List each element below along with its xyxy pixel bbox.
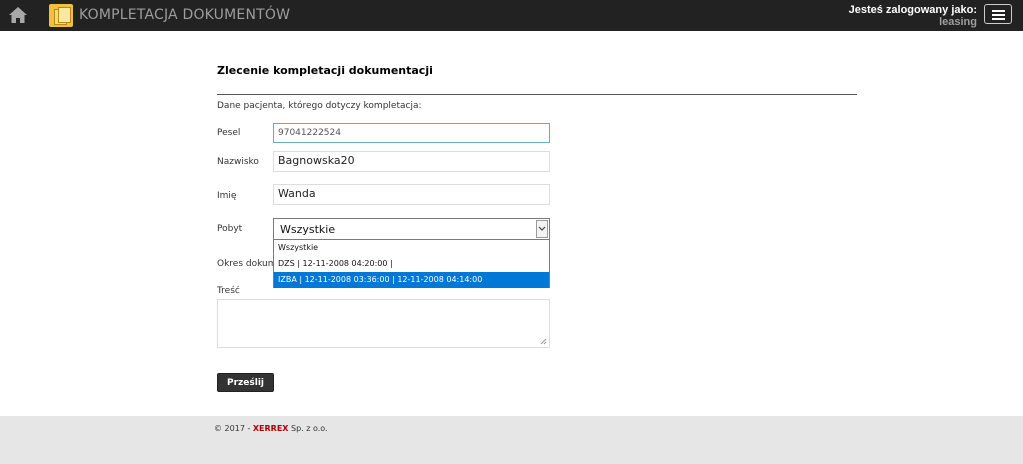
- footer: [0, 416, 1023, 464]
- dropdown-option-highlighted[interactable]: IZBA | 12-11-2008 03:36:00 | 12-11-2008 …: [274, 272, 549, 288]
- submit-button[interactable]: Prześlij: [217, 373, 274, 392]
- dropdown-option[interactable]: Wszystkie: [274, 240, 549, 256]
- copyright-prefix: © 2017 -: [214, 424, 253, 433]
- pobyt-select[interactable]: Wszystkie: [273, 218, 550, 240]
- title-divider: [217, 94, 857, 95]
- logged-in-username: leasing: [939, 16, 977, 28]
- tresc-label: Treść: [217, 286, 240, 296]
- form-title: Zlecenie kompletacji dokumentacji: [217, 64, 433, 77]
- copyright: © 2017 - XERREX Sp. z o.o.: [214, 424, 328, 433]
- app-title[interactable]: KOMPLETACJA DOKUMENTÓW: [79, 7, 290, 23]
- pesel-label: Pesel: [217, 128, 241, 138]
- pobyt-selected-value: Wszystkie: [280, 223, 336, 236]
- top-navbar: KOMPLETACJA DOKUMENTÓW Jesteś zalogowany…: [0, 0, 1023, 31]
- resize-grip-icon[interactable]: [540, 338, 547, 345]
- chevron-down-icon[interactable]: [536, 220, 548, 238]
- section-label: Dane pacjenta, którego dotyczy kompletac…: [217, 101, 422, 111]
- pobyt-dropdown-list: Wszystkie DZS | 12-11-2008 04:20:00 | IZ…: [273, 239, 550, 288]
- tresc-textarea[interactable]: [217, 299, 550, 348]
- pesel-input[interactable]: 97041222524: [273, 123, 550, 143]
- pobyt-label: Pobyt: [217, 224, 243, 234]
- app-logo-icon[interactable]: [49, 4, 73, 27]
- hamburger-menu-icon: [992, 10, 1005, 12]
- nazwisko-input[interactable]: Bagnowska20: [273, 151, 550, 172]
- okres-label: Okres dokum: [217, 259, 277, 269]
- imie-label: Imię: [217, 191, 237, 201]
- logged-in-label: Jesteś zalogowany jako:: [848, 4, 977, 16]
- dropdown-option[interactable]: DZS | 12-11-2008 04:20:00 |: [274, 256, 549, 272]
- nazwisko-label: Nazwisko: [217, 157, 259, 167]
- imie-input[interactable]: Wanda: [273, 184, 550, 205]
- home-icon[interactable]: [8, 6, 28, 24]
- brand-name: XERREX: [252, 424, 289, 433]
- hamburger-menu-button[interactable]: [984, 4, 1012, 24]
- copyright-suffix: Sp. z o.o.: [288, 424, 328, 433]
